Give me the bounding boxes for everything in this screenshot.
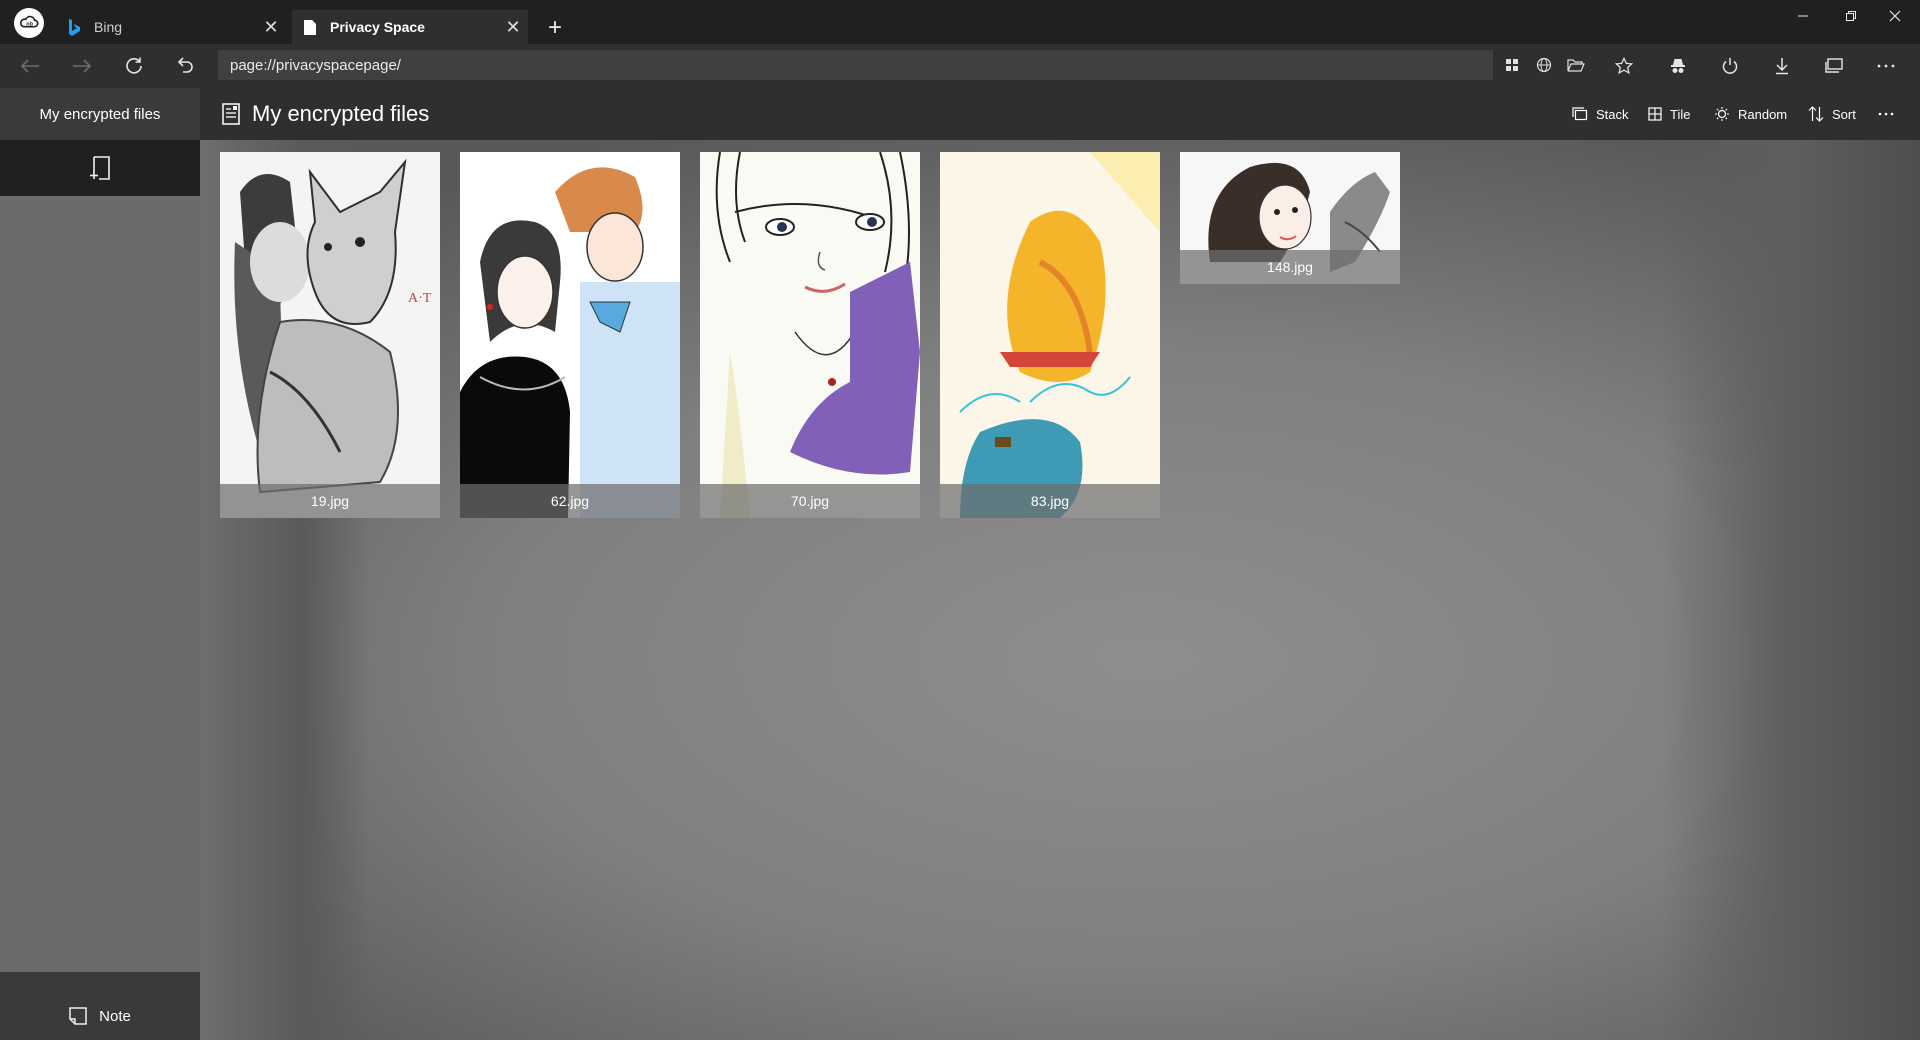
globe-icon[interactable] <box>1528 50 1560 80</box>
file-name: 19.jpg <box>220 484 440 518</box>
image-preview <box>700 152 920 518</box>
page-title: My encrypted files <box>222 88 429 140</box>
note-icon <box>69 1007 87 1025</box>
app-logo-icon[interactable]: nb <box>14 8 44 38</box>
file-name: 148.jpg <box>1180 250 1400 284</box>
svg-text:nb: nb <box>26 21 33 27</box>
note-label: Note <box>99 1007 131 1025</box>
refresh-icon[interactable] <box>114 48 154 84</box>
bing-icon <box>64 17 84 37</box>
sidebar-item-my-encrypted-files[interactable]: My encrypted files <box>0 88 200 140</box>
stack-button[interactable]: Stack <box>1572 88 1629 140</box>
encrypted-files-icon <box>222 103 240 125</box>
image-preview <box>940 152 1160 518</box>
minimize-icon[interactable] <box>1780 0 1826 32</box>
restore-icon[interactable] <box>1828 0 1874 32</box>
download-icon[interactable] <box>1760 48 1804 84</box>
file-name: 83.jpg <box>940 484 1160 518</box>
signature-mark: A·T <box>408 291 432 306</box>
tab-privacy-space[interactable]: Privacy Space ✕ <box>292 10 528 44</box>
close-tab-icon[interactable]: ✕ <box>256 12 286 42</box>
navigation-bar: page://privacyspacepage/ <box>0 44 1920 88</box>
page-icon <box>300 17 320 37</box>
file-thumbnail[interactable]: 83.jpg <box>940 152 1160 518</box>
sort-arrows-icon <box>1808 106 1824 122</box>
address-bar[interactable]: page://privacyspacepage/ <box>218 50 1493 80</box>
stack-icon <box>1572 107 1588 121</box>
file-thumbnail[interactable]: A·T 19.jpg <box>220 152 440 518</box>
close-tab-icon[interactable]: ✕ <box>498 12 528 42</box>
sort-label: Sort <box>1832 106 1856 122</box>
add-note-button[interactable] <box>0 140 200 196</box>
share-screen-icon[interactable] <box>1812 48 1856 84</box>
content-header: My encrypted files Stack Tile Random Sor… <box>200 88 1920 140</box>
tile-label: Tile <box>1670 106 1691 122</box>
file-name: 70.jpg <box>700 484 920 518</box>
page-title-text: My encrypted files <box>252 101 430 126</box>
more-menu-icon[interactable] <box>1864 48 1908 84</box>
back-arrow-icon[interactable] <box>10 48 50 84</box>
image-preview <box>460 152 680 518</box>
power-icon[interactable] <box>1708 48 1752 84</box>
tab-label: Bing <box>94 19 123 35</box>
apps-grid-icon[interactable] <box>1496 50 1528 80</box>
file-name: 62.jpg <box>460 484 680 518</box>
folder-open-icon[interactable] <box>1560 50 1592 80</box>
sidebar-list-area <box>0 196 200 972</box>
forward-arrow-icon[interactable] <box>62 48 102 84</box>
close-icon[interactable] <box>1872 0 1918 32</box>
new-tab-button[interactable]: + <box>538 12 572 44</box>
undo-icon[interactable] <box>165 48 205 84</box>
favorite-star-icon[interactable] <box>1602 48 1646 84</box>
note-button[interactable]: Note <box>0 992 200 1040</box>
file-thumbnail[interactable]: 148.jpg <box>1180 152 1400 284</box>
file-thumbnail[interactable]: 62.jpg <box>460 152 680 518</box>
stack-label: Stack <box>1596 106 1629 122</box>
lightbulb-icon <box>1714 106 1730 122</box>
background-shade <box>1660 88 1920 1040</box>
random-button[interactable]: Random <box>1714 88 1787 140</box>
tab-bing[interactable]: Bing ✕ <box>56 10 286 44</box>
random-label: Random <box>1738 106 1788 122</box>
tile-icon <box>1648 107 1662 121</box>
title-bar: nb Bing ✕ Privacy Space ✕ + <box>0 0 1920 44</box>
tab-label: Privacy Space <box>330 19 425 35</box>
tile-button[interactable]: Tile <box>1648 88 1690 140</box>
add-note-icon <box>90 156 110 180</box>
file-thumbnail[interactable]: 70.jpg <box>700 152 920 518</box>
more-options-icon[interactable] <box>1878 88 1894 140</box>
incognito-icon[interactable] <box>1656 48 1700 84</box>
sidebar: My encrypted files Note <box>0 88 200 1040</box>
sort-button[interactable]: Sort <box>1808 88 1856 140</box>
image-preview: A·T <box>220 152 440 518</box>
url-text: page://privacyspacepage/ <box>230 56 401 74</box>
